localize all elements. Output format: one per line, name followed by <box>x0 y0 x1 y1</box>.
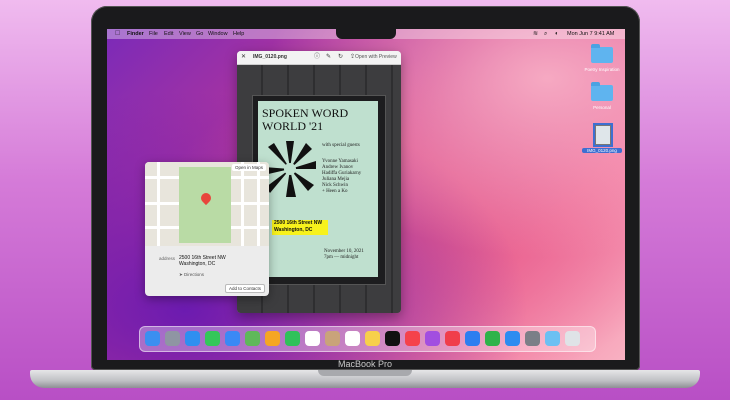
rotate-icon[interactable]: ↻ <box>338 51 343 64</box>
desktop-screen:  Finder File Edit View Go Window Help ≋… <box>107 29 625 360</box>
dock-app-trash[interactable] <box>565 331 580 346</box>
laptop-base-notch <box>318 370 412 376</box>
dock-app-reminders[interactable] <box>345 331 360 346</box>
folder-icon[interactable] <box>591 82 613 101</box>
dock-app-app-store[interactable] <box>505 331 520 346</box>
dock-app-music[interactable] <box>405 331 420 346</box>
dock-app-keynote[interactable] <box>465 331 480 346</box>
address-value[interactable]: 2500 16th Street NW Washington, DC <box>179 255 226 267</box>
dock-app-podcasts[interactable] <box>425 331 440 346</box>
add-to-contacts-button[interactable]: Add to Contacts <box>224 284 265 293</box>
wifi-icon[interactable]: ≋ <box>533 29 538 39</box>
search-icon[interactable]: ⌕ <box>544 29 547 39</box>
open-with-preview-button[interactable]: Open with Preview <box>355 51 397 64</box>
quicklook-filename: IMG_0120.png <box>253 54 287 60</box>
image-file-icon[interactable] <box>595 125 611 145</box>
folder-icon[interactable] <box>591 44 613 63</box>
poster-time: 7pm — midnight <box>324 255 359 260</box>
dock <box>139 326 596 352</box>
menu-edit[interactable]: Edit <box>164 29 173 39</box>
control-center-icon[interactable]: ◐ <box>555 29 559 39</box>
dock-app-messages[interactable] <box>205 331 220 346</box>
map-preview[interactable]: Open in Maps <box>145 162 269 246</box>
live-text-highlight[interactable]: 2500 16th Street NW Washington, DC <box>272 220 328 235</box>
highlight-line2: Washington, DC <box>274 227 313 233</box>
dock-app-calendar[interactable] <box>305 331 320 346</box>
map-road <box>241 162 244 246</box>
apple-menu-icon[interactable]:  <box>115 29 120 39</box>
map-road <box>257 162 260 246</box>
dock-app-facetime[interactable] <box>285 331 300 346</box>
laptop-brand-label: MacBook Pro <box>337 359 393 369</box>
dock-app-numbers[interactable] <box>485 331 500 346</box>
dock-app-finder[interactable] <box>145 331 160 346</box>
close-icon[interactable]: ✕ <box>241 51 246 64</box>
camera-notch <box>336 29 396 39</box>
address-label: address <box>159 256 176 261</box>
quicklook-titlebar: ✕ IMG_0120.png ⓘ ✎ ↻ ⇪ Open with Preview <box>237 51 401 65</box>
desktop-item-img-label[interactable]: IMG_0120.png <box>582 148 622 153</box>
desktop-item-personal-label[interactable]: Personal <box>582 105 622 110</box>
address-popover: Open in Maps address 2500 16th Street NW… <box>145 162 269 296</box>
directions-link[interactable]: ➤ Directions <box>179 272 204 278</box>
dock-app-notes[interactable] <box>365 331 380 346</box>
dock-app-mail[interactable] <box>225 331 240 346</box>
poster-guest: + Heen a Ko <box>322 189 348 194</box>
dock-app-launchpad[interactable] <box>165 331 180 346</box>
menu-help[interactable]: Help <box>233 29 244 39</box>
info-icon[interactable]: ⓘ <box>314 51 320 64</box>
menu-go[interactable]: Go <box>196 29 203 39</box>
menu-app-name[interactable]: Finder <box>127 29 144 39</box>
dock-app-safari[interactable] <box>185 331 200 346</box>
dock-app-tv[interactable] <box>385 331 400 346</box>
dock-app-photos[interactable] <box>265 331 280 346</box>
poster-title: SPOKEN WORD WORLD '21 <box>262 106 349 133</box>
dock-app-downloads[interactable] <box>545 331 560 346</box>
open-in-maps-button[interactable]: Open in Maps <box>231 164 266 171</box>
dock-app-maps[interactable] <box>245 331 260 346</box>
directions-label: Directions <box>184 272 205 277</box>
dock-app-system-preferences[interactable] <box>525 331 540 346</box>
markup-icon[interactable]: ✎ <box>326 51 331 64</box>
desktop-item-poetry-label[interactable]: Poetry Inspiration <box>582 67 622 72</box>
highlight-line1: 2500 16th Street NW <box>274 220 323 226</box>
dock-app-contacts[interactable] <box>325 331 340 346</box>
poster-guests-heading: with special guests <box>322 143 360 148</box>
starburst-graphic <box>264 141 316 197</box>
menu-clock[interactable]: Mon Jun 7 9:41 AM <box>567 29 614 39</box>
address-line2: Washington, DC <box>179 261 216 267</box>
menu-file[interactable]: File <box>149 29 158 39</box>
poster: SPOKEN WORD WORLD '21 with special guest… <box>258 101 378 277</box>
menu-view[interactable]: View <box>179 29 191 39</box>
dock-app-news[interactable] <box>445 331 460 346</box>
menu-window[interactable]: Window <box>208 29 228 39</box>
map-road <box>157 162 160 246</box>
